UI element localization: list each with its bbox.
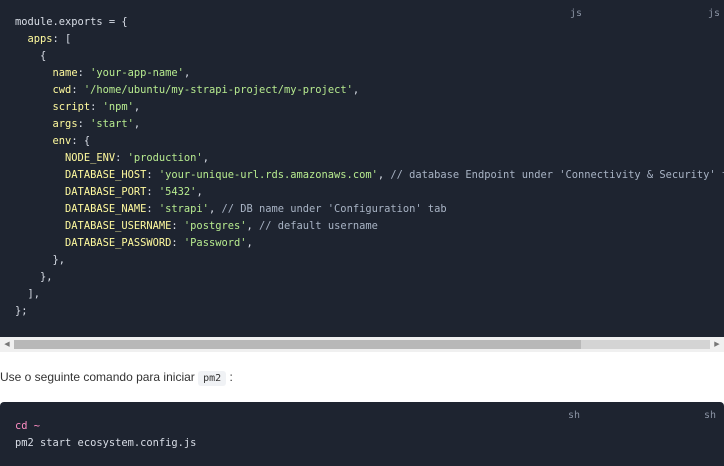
- code-punct: ],: [27, 288, 41, 300]
- instruction-paragraph: Use o seguinte comando para iniciar pm2 …: [0, 370, 233, 386]
- code-string: 'your-app-name': [90, 67, 184, 79]
- code-content[interactable]: cd ~ pm2 start ecosystem.config.js: [15, 418, 196, 452]
- code-string: 'Password': [183, 237, 247, 249]
- scrollbar-thumb[interactable]: [14, 340, 581, 349]
- code-block-ecosystem-config: js js module.exports = { apps: [ { name:…: [0, 0, 724, 337]
- code-key: DATABASE_PASSWORD: [65, 237, 172, 249]
- code-punct: : [: [52, 33, 72, 45]
- code-punct: };: [15, 305, 28, 317]
- code-line: cd ~: [15, 420, 41, 432]
- scroll-right-icon[interactable]: ▶: [710, 337, 724, 352]
- code-string: 'postgres': [183, 220, 247, 232]
- code-string: '/home/ubuntu/my-strapi-project/my-proje…: [83, 84, 353, 96]
- code-key: env: [52, 135, 72, 147]
- code-block-shell: sh sh cd ~ pm2 start ecosystem.config.js: [0, 402, 724, 466]
- code-string: '5432': [158, 186, 197, 198]
- code-key: cwd: [52, 84, 72, 96]
- scroll-left-icon[interactable]: ◀: [0, 337, 14, 352]
- code-key: DATABASE_USERNAME: [65, 220, 172, 232]
- code-line: pm2 start ecosystem.config.js: [15, 437, 197, 449]
- code-punct: },: [52, 254, 66, 266]
- code-comment: // DB name under 'Configuration' tab: [221, 203, 447, 215]
- code-string: 'start': [90, 118, 134, 130]
- code-key: DATABASE_PORT: [65, 186, 147, 198]
- inline-code: pm2: [198, 371, 227, 386]
- paragraph-text: Use o seguinte comando para iniciar: [0, 370, 199, 384]
- code-key: script: [52, 101, 91, 113]
- paragraph-suffix: :: [226, 370, 233, 384]
- code-string: 'npm': [102, 101, 134, 113]
- code-punct: },: [40, 271, 53, 283]
- code-key: NODE_ENV: [65, 152, 116, 164]
- code-line: module.exports = {: [15, 16, 128, 28]
- code-key: args: [52, 118, 78, 130]
- code-key: DATABASE_HOST: [65, 169, 147, 181]
- language-label: sh: [568, 410, 581, 421]
- code-comment: // default username: [259, 220, 378, 232]
- code-key: apps: [27, 33, 53, 45]
- code-content[interactable]: module.exports = { apps: [ { name: 'your…: [15, 14, 724, 320]
- code-key: DATABASE_NAME: [65, 203, 147, 215]
- code-key: name: [52, 67, 78, 79]
- code-string: 'your-unique-url.rds.amazonaws.com': [158, 169, 378, 181]
- code-comment: // database Endpoint under 'Connectivity…: [390, 169, 724, 181]
- code-string: 'strapi': [158, 203, 209, 215]
- code-string: 'production': [127, 152, 203, 164]
- code-punct: {: [40, 50, 47, 62]
- language-label: sh: [704, 410, 717, 421]
- code-punct: : {: [71, 135, 91, 147]
- horizontal-scrollbar[interactable]: ◀ ▶: [0, 337, 724, 352]
